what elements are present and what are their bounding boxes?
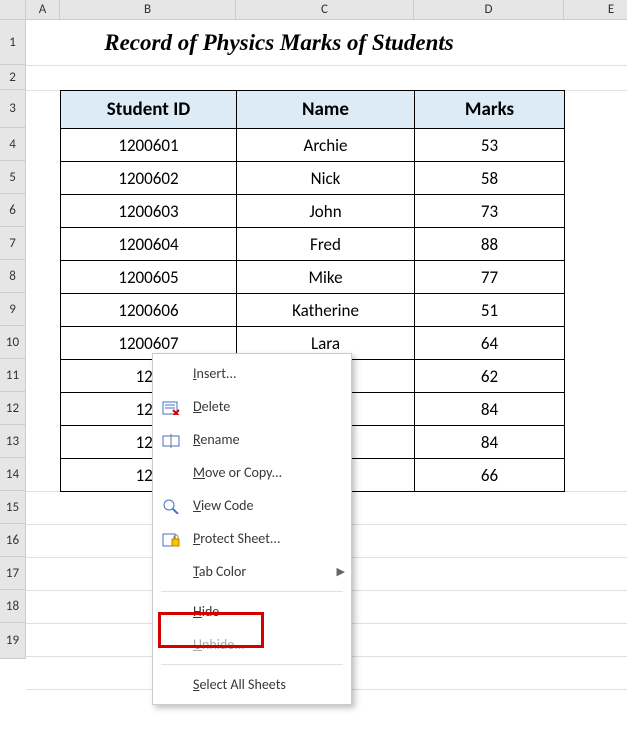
cell[interactable]: 77 — [415, 261, 565, 294]
table-row: 1200601Archie53 — [61, 129, 565, 162]
view-code-icon — [159, 496, 183, 516]
cell[interactable]: Katherine — [237, 294, 415, 327]
col-header-c[interactable]: C — [236, 0, 414, 20]
row-header-14[interactable]: 14 — [0, 458, 26, 491]
row-header-7[interactable]: 7 — [0, 227, 26, 260]
cell[interactable]: Fred — [237, 228, 415, 261]
table-row: 1200606Katherine51 — [61, 294, 565, 327]
row-header-2[interactable]: 2 — [0, 65, 26, 90]
select-all-icon — [159, 675, 183, 695]
table-row: 1200605Mike77 — [61, 261, 565, 294]
row-header-3[interactable]: 3 — [0, 90, 26, 128]
row-header-17[interactable]: 17 — [0, 557, 26, 590]
tab-color-icon — [159, 562, 183, 582]
row-header-9[interactable]: 9 — [0, 293, 26, 326]
row-header-15[interactable]: 15 — [0, 491, 26, 524]
cell[interactable]: 84 — [415, 393, 565, 426]
ctx-rename[interactable]: Rename — [153, 423, 351, 456]
cell[interactable]: 84 — [415, 426, 565, 459]
sheet-tab-context-menu: Insert... Delete Rename Move or Copy... … — [152, 353, 352, 705]
col-header-d[interactable]: D — [414, 0, 564, 20]
th-student-id[interactable]: Student ID — [61, 91, 237, 129]
cell[interactable]: 58 — [415, 162, 565, 195]
col-header-e[interactable]: E — [564, 0, 627, 20]
select-all-corner[interactable] — [0, 0, 26, 20]
cell[interactable]: 73 — [415, 195, 565, 228]
row-header-10[interactable]: 10 — [0, 326, 26, 359]
cell[interactable]: 1200604 — [61, 228, 237, 261]
table-row: 1200602Nick58 — [61, 162, 565, 195]
rename-icon — [159, 430, 183, 450]
row-header-18[interactable]: 18 — [0, 590, 26, 623]
ctx-hide[interactable]: Hide — [153, 595, 351, 628]
move-icon — [159, 463, 183, 483]
cell[interactable]: 1200606 — [61, 294, 237, 327]
row-header-19[interactable]: 19 — [0, 623, 26, 659]
cell[interactable]: 64 — [415, 327, 565, 360]
row-header-4[interactable]: 4 — [0, 128, 26, 161]
cell[interactable]: 53 — [415, 129, 565, 162]
ctx-delete[interactable]: Delete — [153, 390, 351, 423]
cell[interactable]: 51 — [415, 294, 565, 327]
row-header-1[interactable]: 1 — [0, 20, 26, 65]
row-headers: 1 2 3 4 5 6 7 8 9 10 11 12 13 14 15 16 1… — [0, 20, 26, 659]
hide-icon — [159, 602, 183, 622]
cell[interactable]: Nick — [237, 162, 415, 195]
cell[interactable]: Archie — [237, 129, 415, 162]
row-header-5[interactable]: 5 — [0, 161, 26, 194]
table-row: 1200603John73 — [61, 195, 565, 228]
table-header-row: Student ID Name Marks — [61, 91, 565, 129]
cell[interactable]: 62 — [415, 360, 565, 393]
separator — [161, 591, 343, 592]
row-header-6[interactable]: 6 — [0, 194, 26, 227]
ctx-unhide: Unhide... — [153, 628, 351, 661]
row-header-11[interactable]: 11 — [0, 359, 26, 392]
cell[interactable]: 88 — [415, 228, 565, 261]
row-header-12[interactable]: 12 — [0, 392, 26, 425]
cell[interactable]: 1200602 — [61, 162, 237, 195]
row-header-13[interactable]: 13 — [0, 425, 26, 458]
insert-icon — [159, 364, 183, 384]
ctx-tab-color[interactable]: Tab Color ▶ — [153, 555, 351, 588]
cell[interactable]: Mike — [237, 261, 415, 294]
cell[interactable]: 66 — [415, 459, 565, 492]
th-marks[interactable]: Marks — [415, 91, 565, 129]
chevron-right-icon: ▶ — [337, 565, 345, 578]
ctx-insert[interactable]: Insert... — [153, 357, 351, 390]
table-row: 1200604Fred88 — [61, 228, 565, 261]
th-name[interactable]: Name — [237, 91, 415, 129]
col-header-b[interactable]: B — [60, 0, 236, 20]
row-header-8[interactable]: 8 — [0, 260, 26, 293]
row-header-16[interactable]: 16 — [0, 524, 26, 557]
page-title: Record of Physics Marks of Students — [26, 20, 532, 65]
delete-icon — [159, 397, 183, 417]
column-headers: A B C D E — [0, 0, 627, 20]
cell[interactable]: 1200603 — [61, 195, 237, 228]
separator — [161, 664, 343, 665]
ctx-move-copy[interactable]: Move or Copy... — [153, 456, 351, 489]
protect-icon — [159, 529, 183, 549]
ctx-view-code[interactable]: View Code — [153, 489, 351, 522]
col-header-a[interactable]: A — [26, 0, 60, 20]
cell[interactable]: 1200605 — [61, 261, 237, 294]
ctx-select-all-sheets[interactable]: Select All Sheets — [153, 668, 351, 701]
cell[interactable]: 1200601 — [61, 129, 237, 162]
unhide-icon — [159, 635, 183, 655]
cell[interactable]: John — [237, 195, 415, 228]
ctx-protect-sheet[interactable]: Protect Sheet... — [153, 522, 351, 555]
